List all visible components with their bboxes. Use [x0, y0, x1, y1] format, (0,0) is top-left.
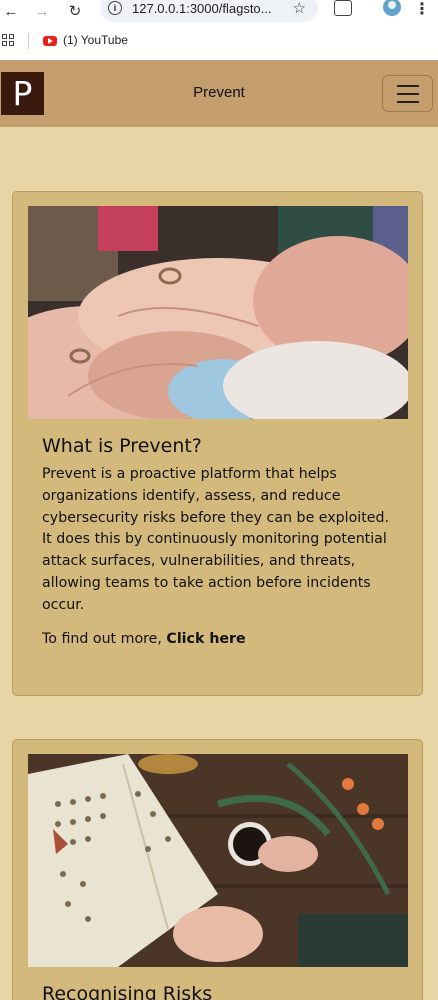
reload-icon[interactable]: ↻	[64, 0, 86, 22]
extensions-icon[interactable]	[334, 0, 352, 16]
address-bar[interactable]: i 127.0.0.1:3000/flagsto... ☆	[100, 0, 318, 22]
apps-grid-icon[interactable]	[2, 34, 14, 46]
find-out-more-text: To find out more,	[42, 631, 167, 647]
site-title: Prevent	[193, 84, 245, 101]
site-header: P Prevent	[0, 60, 438, 127]
bookmark-youtube[interactable]: (1) YouTube	[63, 33, 128, 47]
book-and-coffee-image	[28, 754, 408, 967]
url-text: 127.0.0.1:3000/flagsto...	[132, 0, 272, 16]
profile-avatar-icon[interactable]	[383, 0, 401, 16]
browser-toolbar: ← → ↻ i 127.0.0.1:3000/flagsto... ☆ ⋮	[0, 0, 438, 28]
info-card: What is Prevent? Prevent is a proactive …	[12, 191, 423, 696]
bookmark-star-icon[interactable]: ☆	[293, 0, 306, 17]
hamburger-icon[interactable]	[382, 75, 433, 112]
browser-chrome: ← → ↻ i 127.0.0.1:3000/flagsto... ☆ ⋮ (1…	[0, 0, 438, 60]
find-out-more: To find out more, Click here	[42, 631, 246, 647]
info-card: Recognising Risks	[12, 739, 423, 1000]
card-title: Recognising Risks	[42, 983, 213, 1000]
youtube-icon	[43, 36, 57, 46]
card-title: What is Prevent?	[42, 435, 202, 457]
menu-kebab-icon[interactable]: ⋮	[414, 0, 430, 19]
forward-arrow-icon[interactable]: →	[31, 0, 53, 22]
site-info-icon[interactable]: i	[108, 1, 122, 15]
stacked-hands-image	[28, 206, 408, 419]
card-description: Prevent is a proactive platform that hel…	[42, 466, 390, 613]
back-arrow-icon[interactable]: ←	[0, 0, 22, 22]
bookmark-divider	[28, 33, 29, 49]
click-here-link[interactable]: Click here	[166, 631, 245, 647]
